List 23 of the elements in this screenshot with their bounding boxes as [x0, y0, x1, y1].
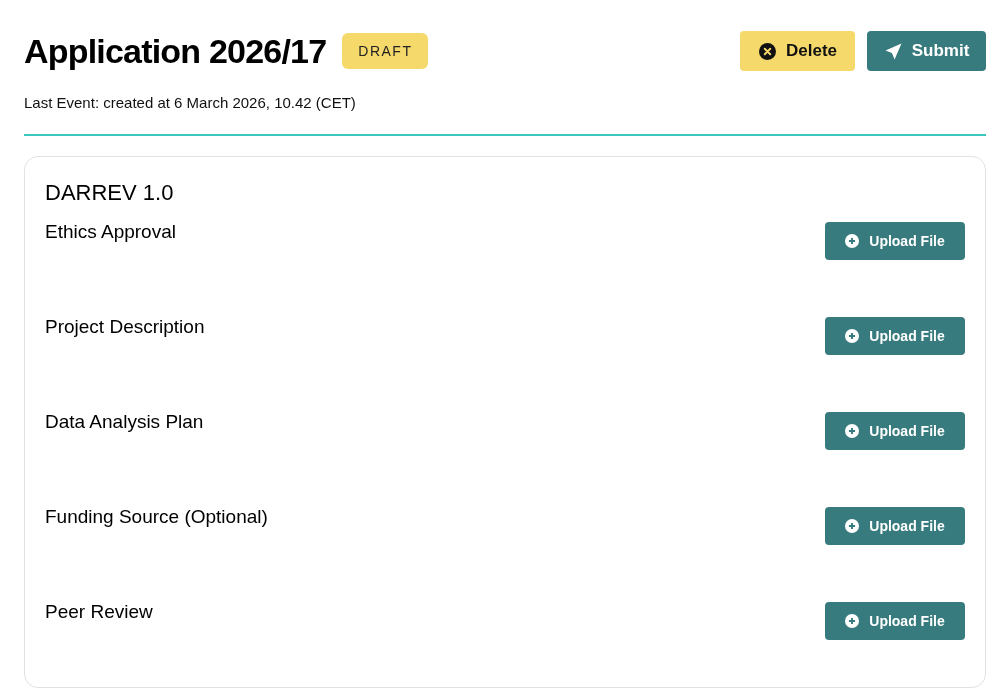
document-label: Funding Source (Optional) [45, 505, 268, 529]
document-label: Peer Review [45, 600, 153, 624]
form-title: DARREV 1.0 [45, 179, 175, 207]
plus-circle-icon [845, 234, 860, 248]
upload-file-button[interactable]: Upload File [825, 317, 965, 355]
document-label: Data Analysis Plan [45, 410, 204, 434]
last-event-text: Last Event: created at 6 March 2026, 10.42 (CET) [24, 93, 357, 113]
status-badge: DRAFT [342, 33, 429, 69]
upload-file-button[interactable]: Upload File [825, 602, 965, 640]
upload-file-button[interactable]: Upload File [825, 222, 965, 260]
paper-plane-icon [884, 42, 902, 60]
upload-file-button[interactable]: Upload File [825, 507, 965, 545]
plus-circle-icon [845, 614, 860, 628]
delete-button[interactable]: Delete [740, 31, 855, 71]
plus-circle-icon [845, 519, 860, 533]
upload-file-button[interactable]: Upload File [825, 412, 965, 450]
plus-circle-icon [845, 424, 860, 438]
close-circle-icon [759, 42, 776, 60]
page-title: Application 2026/17 [24, 31, 327, 72]
plus-circle-icon [845, 329, 860, 343]
document-label: Ethics Approval [45, 220, 176, 244]
submit-button[interactable]: Submit [867, 31, 986, 71]
document-label: Project Description [45, 315, 205, 339]
